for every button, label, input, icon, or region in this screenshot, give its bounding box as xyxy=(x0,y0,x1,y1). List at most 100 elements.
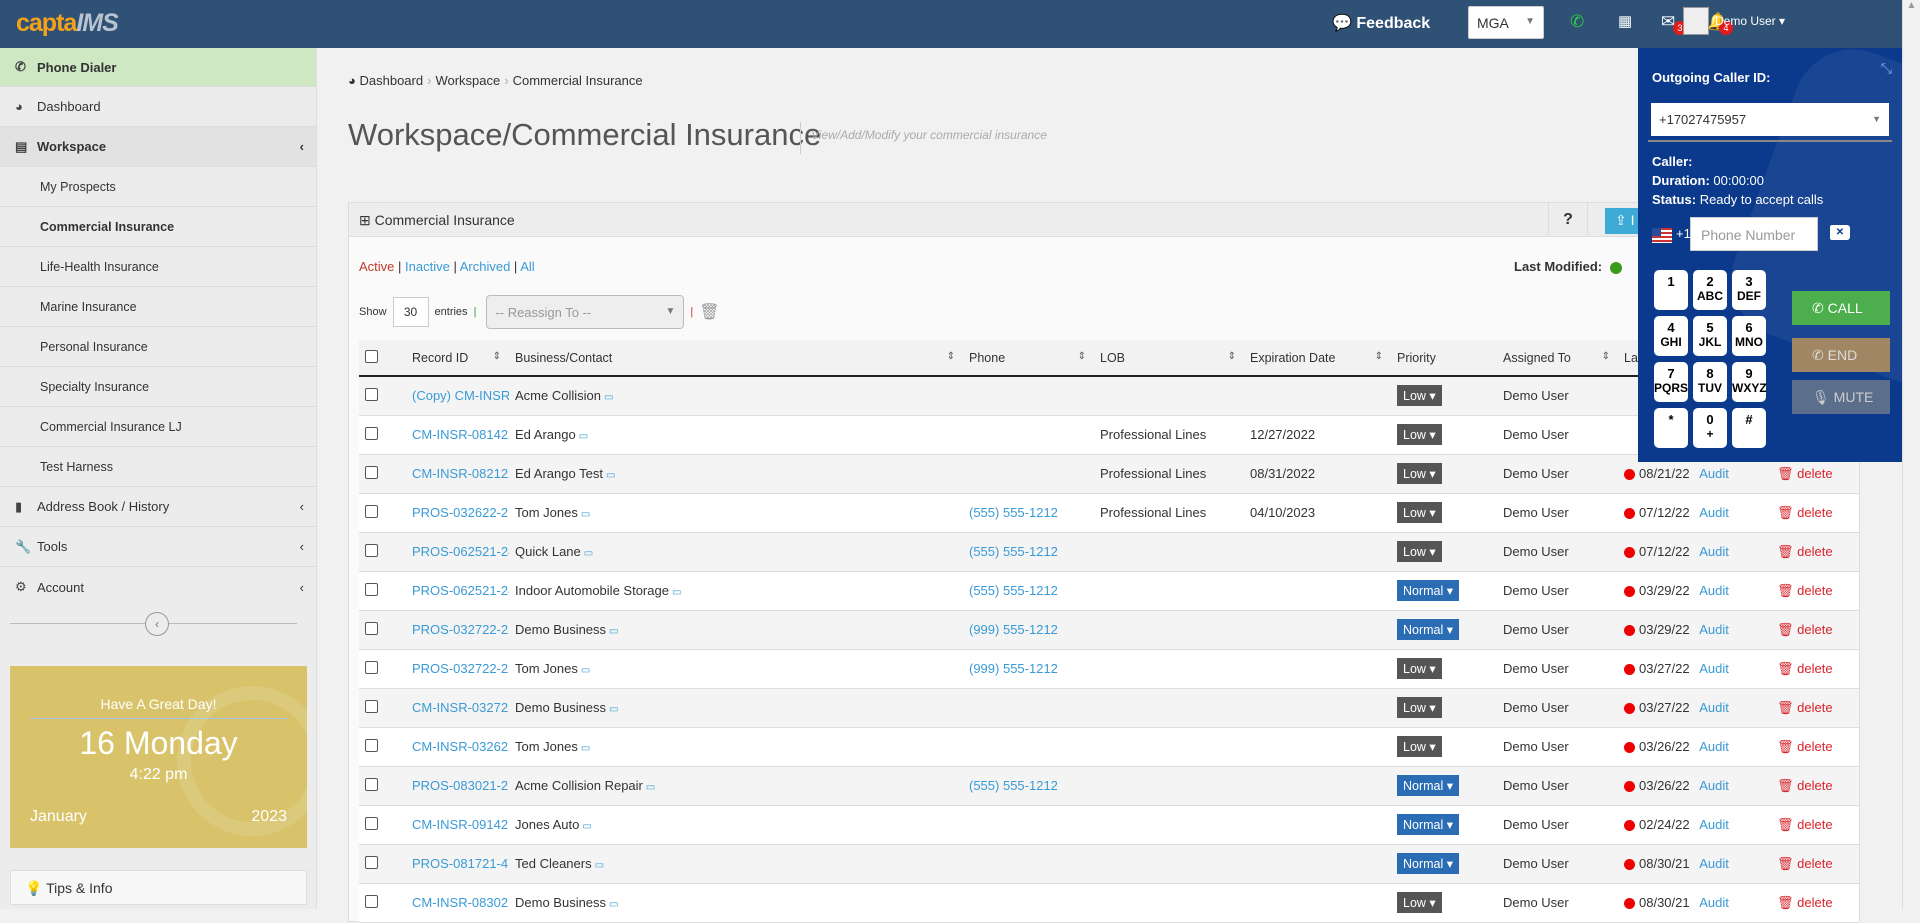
record-id-link[interactable]: PROS-062521-240 xyxy=(412,544,509,559)
delete-button[interactable]: 🗑 delete xyxy=(1777,700,1833,715)
filter-active[interactable]: Active xyxy=(359,259,394,274)
us-flag-icon[interactable] xyxy=(1652,228,1672,243)
checkbox[interactable] xyxy=(365,465,378,479)
keypad-key[interactable]: 4 GHI xyxy=(1654,316,1688,356)
row-select[interactable] xyxy=(359,766,406,806)
col-lob[interactable]: LOB ⇕ xyxy=(1094,340,1244,377)
priority-dropdown[interactable]: Normal ▾ xyxy=(1397,853,1460,874)
sidebar-item-tools[interactable]: 🔧 Tools ‹ xyxy=(0,527,316,567)
avatar[interactable] xyxy=(1683,7,1709,35)
record-id-link[interactable]: PROS-032722-22 xyxy=(412,661,509,676)
phone-number-input[interactable]: Phone Number xyxy=(1690,217,1818,251)
priority-dropdown[interactable]: Low ▾ xyxy=(1397,385,1442,407)
row-select[interactable] xyxy=(359,493,406,533)
note-icon[interactable]: ▭ xyxy=(595,860,604,871)
sidebar-item-commercial-insurance[interactable]: Commercial Insurance xyxy=(0,207,316,247)
checkbox[interactable] xyxy=(365,621,378,635)
note-icon[interactable]: ▭ xyxy=(604,392,613,403)
col-phone[interactable]: Phone ⇕ xyxy=(963,340,1094,377)
audit-link[interactable]: Audit xyxy=(1699,700,1729,715)
sidebar-item-marine-insurance[interactable]: Marine Insurance xyxy=(0,287,316,327)
scroll-up-icon[interactable]: ▲ xyxy=(1903,0,1920,11)
row-select[interactable] xyxy=(359,727,406,767)
record-id-link[interactable]: CM-INSR-082122... xyxy=(412,466,509,481)
filter-archived[interactable]: Archived xyxy=(460,259,511,274)
note-icon[interactable]: ▭ xyxy=(581,665,590,676)
record-id-link[interactable]: PROS-032722-22 xyxy=(412,622,509,637)
row-select[interactable] xyxy=(359,610,406,650)
audit-link[interactable]: Audit xyxy=(1699,895,1729,910)
checkbox[interactable] xyxy=(365,894,378,908)
mute-button[interactable]: 🎙 MUTE xyxy=(1792,380,1890,414)
org-select[interactable]: MGA ▼ xyxy=(1468,6,1544,39)
sidebar-item-phone-dialer[interactable]: ✆ Phone Dialer xyxy=(0,48,316,87)
row-select[interactable] xyxy=(359,376,406,416)
keypad-key[interactable]: 6 MNO xyxy=(1732,316,1766,356)
help-button[interactable]: ? xyxy=(1548,203,1588,236)
note-icon[interactable]: ▭ xyxy=(581,509,590,520)
checkbox[interactable] xyxy=(365,426,378,440)
audit-link[interactable]: Audit xyxy=(1699,856,1729,871)
record-id-link[interactable]: PROS-062521-241 xyxy=(412,583,509,598)
priority-dropdown[interactable]: Normal ▾ xyxy=(1397,775,1460,796)
keypad-key[interactable]: 0 + xyxy=(1693,408,1727,448)
delete-button[interactable]: 🗑 delete xyxy=(1777,856,1833,871)
backspace-icon[interactable]: ✕ xyxy=(1830,225,1850,240)
caller-id-select[interactable]: +17027475957 ▼ xyxy=(1651,103,1889,136)
note-icon[interactable]: ▭ xyxy=(582,821,591,832)
note-icon[interactable]: ▭ xyxy=(646,782,655,793)
checkbox[interactable] xyxy=(365,738,378,752)
priority-dropdown[interactable]: Low ▾ xyxy=(1397,658,1442,679)
priority-dropdown[interactable]: Low ▾ xyxy=(1397,541,1442,562)
keypad-key[interactable]: 1 xyxy=(1654,270,1688,310)
audit-link[interactable]: Audit xyxy=(1699,544,1729,559)
audit-link[interactable]: Audit xyxy=(1699,622,1729,637)
note-icon[interactable]: ▭ xyxy=(584,548,593,559)
keypad-key[interactable]: 9 WXYZ xyxy=(1732,362,1767,402)
calendar-icon[interactable]: ▦ xyxy=(1618,12,1632,30)
record-id-link[interactable]: PROS-032622-21 xyxy=(412,505,509,520)
col-business[interactable]: Business/Contact ⇕ xyxy=(509,340,963,377)
row-select[interactable] xyxy=(359,805,406,845)
audit-link[interactable]: Audit xyxy=(1699,505,1729,520)
delete-button[interactable]: 🗑 delete xyxy=(1777,817,1833,832)
note-icon[interactable]: ▭ xyxy=(609,626,618,637)
record-id-link[interactable]: CM-INSR-091421... xyxy=(412,817,509,832)
phone-link[interactable]: (555) 555-1212 xyxy=(969,583,1058,598)
breadcrumb-dashboard[interactable]: Dashboard xyxy=(359,73,423,88)
col-record-id[interactable]: Record ID ⇕ xyxy=(406,340,509,377)
select-all[interactable] xyxy=(359,340,406,377)
phone-link[interactable]: (555) 555-1212 xyxy=(969,778,1058,793)
note-icon[interactable]: ▭ xyxy=(609,899,618,910)
checkbox[interactable] xyxy=(365,349,378,363)
breadcrumb-workspace[interactable]: Workspace xyxy=(435,73,500,88)
keypad-key[interactable]: 3 DEF xyxy=(1732,270,1766,310)
record-id-link[interactable]: CM-INSR-032722... xyxy=(412,700,509,715)
sidebar-item-workspace[interactable]: ▤ Workspace ‹ xyxy=(0,127,316,167)
record-id-link[interactable]: (Copy) CM-INSR-... xyxy=(412,388,509,403)
checkbox[interactable] xyxy=(365,699,378,713)
keypad-key[interactable]: 5 JKL xyxy=(1693,316,1727,356)
note-icon[interactable]: ▭ xyxy=(581,743,590,754)
audit-link[interactable]: Audit xyxy=(1699,466,1729,481)
checkbox[interactable] xyxy=(365,582,378,596)
row-select[interactable] xyxy=(359,649,406,689)
record-id-link[interactable]: CM-INSR-032622... xyxy=(412,739,509,754)
checkbox[interactable] xyxy=(365,543,378,557)
record-id-link[interactable]: CM-INSR-081422... xyxy=(412,427,509,442)
row-select[interactable] xyxy=(359,571,406,611)
call-button[interactable]: ✆ CALL xyxy=(1792,291,1890,325)
priority-dropdown[interactable]: Low ▾ xyxy=(1397,463,1442,484)
row-select[interactable] xyxy=(359,688,406,728)
checkbox[interactable] xyxy=(365,855,378,869)
sidebar-item-account[interactable]: ⚙ Account ‹ xyxy=(0,567,316,607)
col-expiration[interactable]: Expiration Date ⇕ xyxy=(1244,340,1391,377)
checkbox[interactable] xyxy=(365,504,378,518)
note-icon[interactable]: ▭ xyxy=(609,704,618,715)
delete-button[interactable]: 🗑 delete xyxy=(1777,622,1833,637)
sidebar-item-address-book[interactable]: ▮ Address Book / History ‹ xyxy=(0,487,316,527)
checkbox[interactable] xyxy=(365,816,378,830)
tips-info-panel[interactable]: 💡 Tips & Info xyxy=(10,870,307,905)
delete-button[interactable]: 🗑 delete xyxy=(1777,583,1833,598)
reassign-select[interactable]: -- Reassign To -- ▼ xyxy=(486,295,685,329)
